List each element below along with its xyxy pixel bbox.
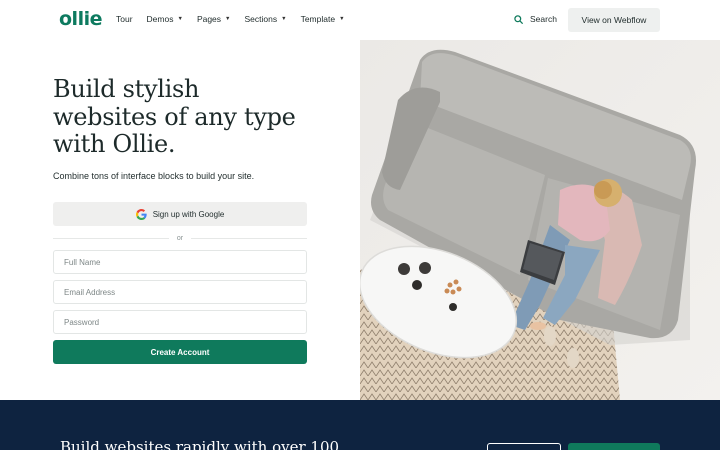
hero-title-line: Build stylish xyxy=(53,75,200,103)
google-signup-button[interactable]: Sign up with Google xyxy=(53,202,307,226)
full-name-field[interactable] xyxy=(53,250,307,274)
create-account-button[interactable]: Create Account xyxy=(53,340,307,364)
search-link[interactable]: Search xyxy=(514,14,557,24)
band-primary-button[interactable] xyxy=(568,443,660,450)
hero-title-line: with Ollie. xyxy=(53,130,176,158)
caret-down-icon: ▼ xyxy=(225,16,231,22)
hero-title: Build stylish websites of any type with … xyxy=(53,75,343,159)
or-label: or xyxy=(176,234,184,242)
divider-line xyxy=(191,237,308,239)
band-secondary-button[interactable] xyxy=(487,443,561,450)
cta-band: Build websites rapidly with over 100 xyxy=(0,400,720,450)
hero-image xyxy=(360,40,720,400)
search-icon xyxy=(514,14,523,24)
view-on-webflow-button[interactable]: View on Webflow xyxy=(568,8,660,32)
caret-down-icon: ▼ xyxy=(339,16,345,22)
top-navbar: ollie Tour Demos ▼ Pages ▼ Sections ▼ Templ… xyxy=(0,0,720,40)
caret-down-icon: ▼ xyxy=(177,16,183,22)
or-divider: or xyxy=(53,232,308,244)
google-signup-label: Sign up with Google xyxy=(152,209,225,219)
menu-item-label: Pages xyxy=(196,14,222,24)
password-field[interactable] xyxy=(53,310,307,334)
main-menu: Tour Demos ▼ Pages ▼ Sections ▼ Template ▼ xyxy=(116,14,359,24)
divider-line xyxy=(53,237,169,239)
hero-illustration xyxy=(360,40,720,400)
email-field[interactable] xyxy=(53,280,307,304)
caret-down-icon: ▼ xyxy=(281,16,287,22)
menu-item-tour[interactable]: Tour xyxy=(116,14,133,24)
menu-item-sections[interactable]: Sections ▼ xyxy=(245,14,287,24)
menu-item-label: Template xyxy=(300,14,336,24)
google-icon xyxy=(135,208,147,220)
menu-item-label: Demos xyxy=(146,14,174,24)
menu-item-label: Tour xyxy=(116,14,133,24)
hero-subtitle: Combine tons of interface blocks to buil… xyxy=(53,171,255,181)
ollie-logo[interactable]: ollie xyxy=(59,8,102,30)
menu-item-pages[interactable]: Pages ▼ xyxy=(197,14,231,24)
menu-item-demos[interactable]: Demos ▼ xyxy=(147,14,183,24)
menu-item-label: Sections xyxy=(244,14,278,24)
hero-title-line: websites of any type xyxy=(53,102,296,131)
menu-item-template[interactable]: Template ▼ xyxy=(301,14,345,24)
search-label: Search xyxy=(530,14,557,24)
band-heading: Build websites rapidly with over 100 xyxy=(60,438,340,450)
